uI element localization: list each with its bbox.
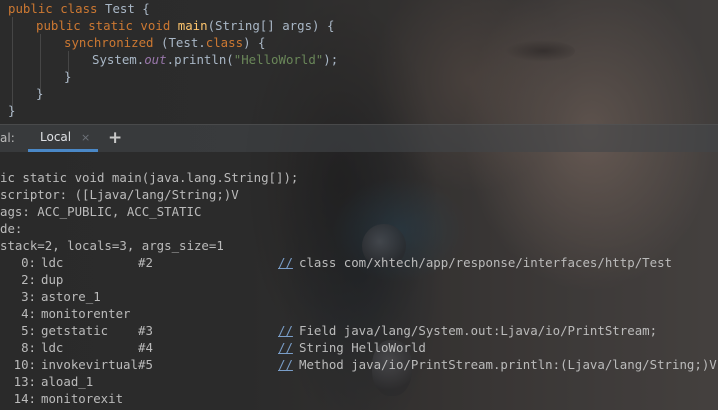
bytecode-offset: 5: bbox=[21, 323, 36, 338]
closing-brace: } bbox=[8, 103, 16, 118]
bytecode-comment: class com/xhtech/app/response/interfaces… bbox=[299, 255, 672, 270]
terminal-line: ags: ACC_PUBLIC, ACC_STATIC bbox=[0, 204, 202, 219]
bytecode-comment: Method java/io/PrintStream.println:(Ljav… bbox=[299, 357, 717, 372]
bytecode-opcode: ldc bbox=[41, 340, 64, 355]
terminal-line: scriptor: ([Ljava/lang/String;)V bbox=[0, 187, 239, 202]
code-line-3: synchronized (Test.class) { bbox=[64, 34, 265, 51]
bytecode-opcode: dup bbox=[41, 272, 64, 287]
method-params: (String[] args) { bbox=[207, 18, 335, 33]
keyword: synchronized bbox=[64, 35, 161, 50]
keyword: class bbox=[205, 35, 244, 50]
comment-link[interactable]: // bbox=[278, 356, 293, 373]
bytecode-row: 0: ldc #2 // class com/xhtech/app/respon… bbox=[0, 254, 718, 271]
terminal-output[interactable]: ic static void main(java.lang.String[]);… bbox=[0, 152, 718, 410]
close-icon[interactable]: × bbox=[81, 125, 90, 150]
comment-link[interactable]: // bbox=[278, 339, 293, 356]
bytecode-offset: 4: bbox=[21, 306, 36, 321]
bytecode-row: 5: getstatic #3 // Field java/lang/Syste… bbox=[0, 322, 718, 339]
code-line-7: } bbox=[8, 102, 15, 119]
bytecode-row: 2: dup bbox=[0, 271, 718, 288]
bytecode-offset: 3: bbox=[21, 289, 36, 304]
bytecode-offset: 10: bbox=[13, 357, 36, 372]
add-tab-icon[interactable]: + bbox=[108, 125, 122, 151]
code-line-2: public static void main(String[] args) { bbox=[36, 17, 334, 34]
code-line-1: public class Test { bbox=[8, 0, 150, 17]
bytecode-opcode: astore_1 bbox=[41, 289, 101, 304]
bytecode-offset: 13: bbox=[13, 374, 36, 389]
bytecode-opcode: invokevirtual bbox=[41, 357, 138, 372]
bytecode-offset: 8: bbox=[21, 340, 36, 355]
keyword: public static void bbox=[36, 18, 178, 33]
sync-close: ) { bbox=[243, 35, 266, 50]
sync-target: (Test. bbox=[160, 35, 206, 50]
closing-brace: } bbox=[64, 69, 72, 84]
bytecode-row: 13: aload_1 bbox=[0, 373, 718, 390]
terminal-tab-bar: al: Local × + bbox=[0, 124, 718, 152]
tab-local[interactable]: Local × bbox=[28, 125, 98, 152]
bytecode-row: 3: astore_1 bbox=[0, 288, 718, 305]
tab-local-label: Local bbox=[40, 130, 72, 144]
bytecode-arg: #2 bbox=[138, 255, 153, 270]
bytecode-offset: 0: bbox=[21, 255, 36, 270]
code-line-5: } bbox=[64, 68, 71, 85]
terminal-line: de: bbox=[0, 221, 23, 236]
code-editor[interactable]: public class Test { public static void m… bbox=[0, 0, 718, 124]
bytecode-row: 4: monitorenter bbox=[0, 305, 718, 322]
bytecode-offset: 14: bbox=[13, 391, 36, 406]
bytecode-arg: #3 bbox=[138, 323, 153, 338]
code-text: .println( bbox=[166, 52, 234, 67]
terminal-tool-label: al: bbox=[0, 131, 15, 145]
code-text: ); bbox=[323, 52, 339, 67]
ide-window: public class Test { public static void m… bbox=[0, 0, 718, 410]
method-name: main bbox=[177, 18, 208, 33]
string-literal: "HelloWorld" bbox=[233, 52, 324, 67]
code-line-4: System.out.println("HelloWorld"); bbox=[92, 51, 338, 68]
closing-brace: } bbox=[36, 86, 44, 101]
bytecode-opcode: monitorexit bbox=[41, 391, 124, 406]
code-text: System. bbox=[92, 52, 145, 67]
terminal-line: stack=2, locals=3, args_size=1 bbox=[0, 238, 224, 253]
static-field: out bbox=[144, 52, 167, 67]
bytecode-arg: #4 bbox=[138, 340, 153, 355]
class-name: Test { bbox=[104, 1, 150, 16]
comment-link[interactable]: // bbox=[278, 254, 293, 271]
bytecode-comment: Field java/lang/System.out:Ljava/io/Prin… bbox=[299, 323, 658, 338]
keyword: public class bbox=[8, 1, 105, 16]
bytecode-arg: #5 bbox=[138, 357, 153, 372]
bytecode-row: 8: ldc #4 // String HelloWorld bbox=[0, 339, 718, 356]
code-line-6: } bbox=[36, 85, 43, 102]
terminal-line: ic static void main(java.lang.String[]); bbox=[0, 170, 299, 185]
bytecode-row: 14: monitorexit bbox=[0, 390, 718, 407]
bytecode-opcode: ldc bbox=[41, 255, 64, 270]
bytecode-opcode: monitorenter bbox=[41, 306, 131, 321]
comment-link[interactable]: // bbox=[278, 322, 293, 339]
bytecode-comment: String HelloWorld bbox=[299, 340, 426, 355]
bytecode-row: 10: invokevirtual #5 // Method java/io/P… bbox=[0, 356, 718, 373]
bytecode-opcode: aload_1 bbox=[41, 374, 94, 389]
bytecode-opcode: getstatic bbox=[41, 323, 109, 338]
bytecode-offset: 2: bbox=[21, 272, 36, 287]
